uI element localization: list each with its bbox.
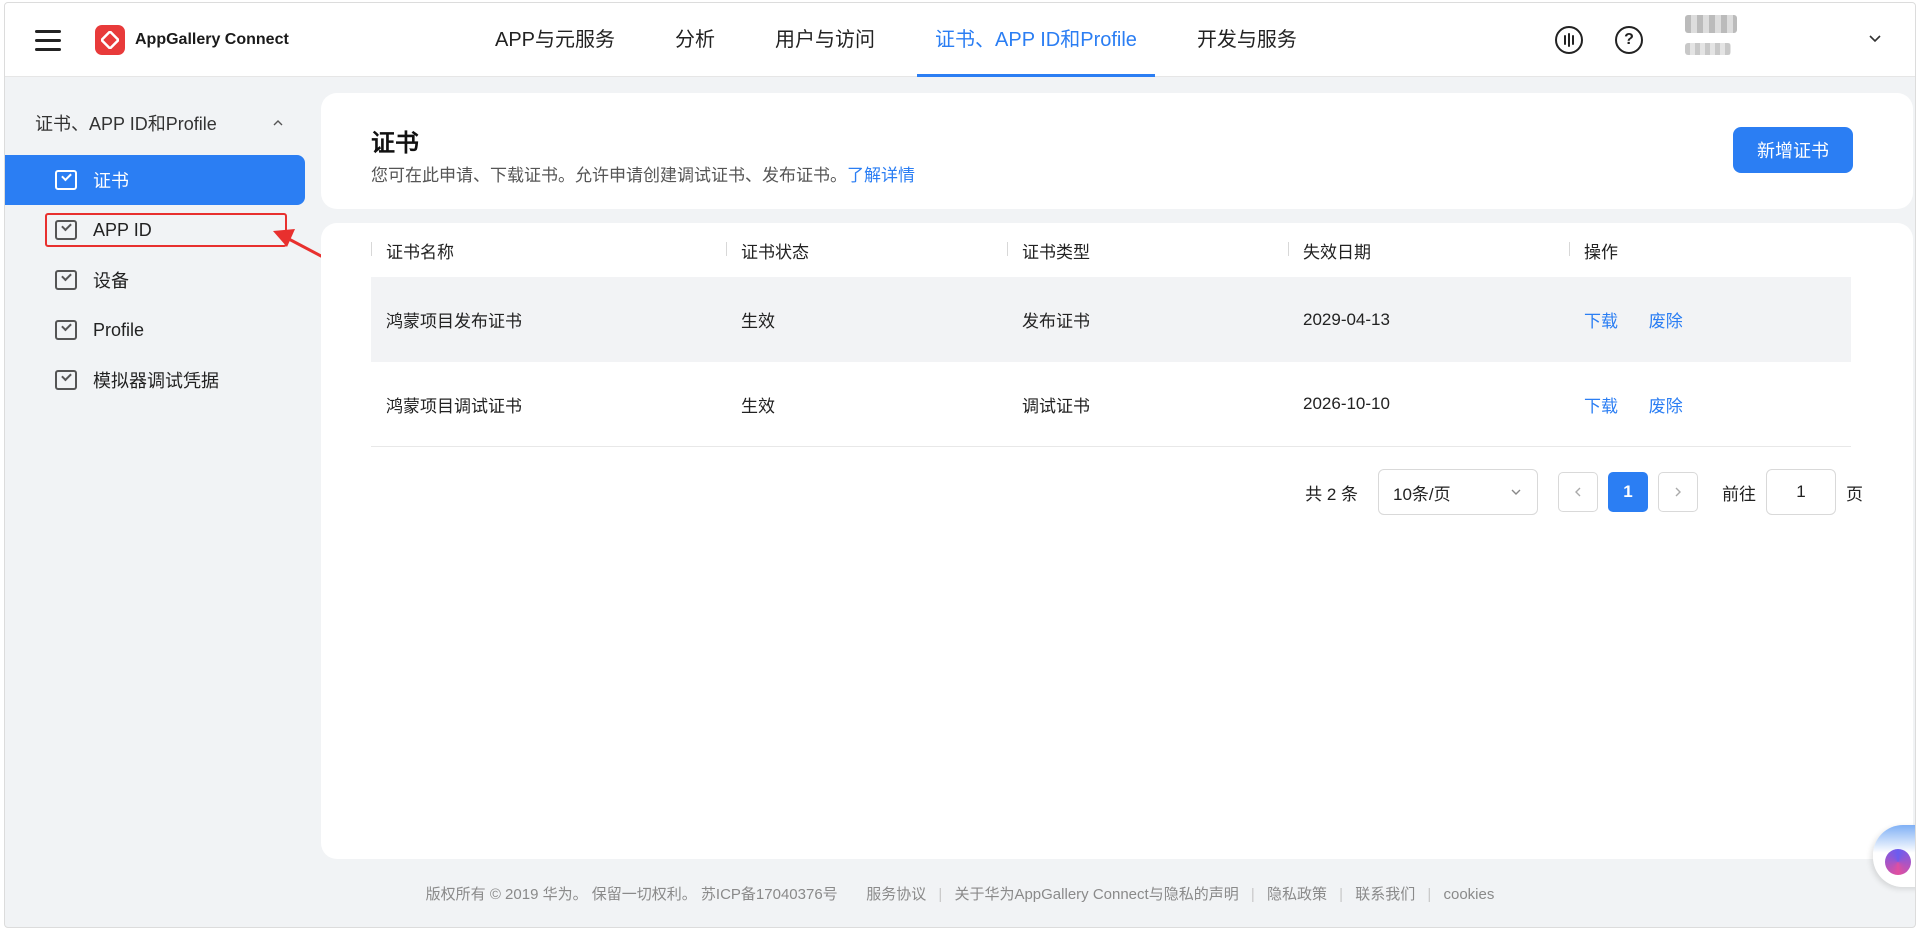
sidebar-item-emulator-credentials[interactable]: 模拟器调试凭据 bbox=[5, 355, 305, 405]
help-icon[interactable]: ? bbox=[1615, 26, 1643, 54]
add-certificate-button[interactable]: 新增证书 bbox=[1733, 127, 1853, 173]
certificate-icon bbox=[55, 170, 77, 190]
table-header: 证书名称 证书状态 证书类型 失效日期 操作 bbox=[371, 223, 1851, 277]
page-header-card: 证书 您可在此申请、下载证书。允许申请创建调试证书、发布证书。了解详情 新增证书 bbox=[321, 93, 1913, 209]
sidebar-item-label: 设备 bbox=[93, 271, 129, 291]
sidebar-item-devices[interactable]: 设备 bbox=[5, 255, 305, 305]
footer-link-cookies[interactable]: cookies bbox=[1443, 886, 1494, 903]
table-row: 鸿蒙项目调试证书 生效 调试证书 2026-10-10 下载 废除 bbox=[371, 362, 1851, 447]
table-row: 鸿蒙项目发布证书 生效 发布证书 2029-04-13 下载 废除 bbox=[371, 277, 1851, 362]
brand-name: AppGallery Connect bbox=[135, 31, 289, 48]
assistant-widget[interactable] bbox=[1873, 825, 1915, 887]
top-header: AppGallery Connect APP与元服务 分析 用户与访问 证书、A… bbox=[5, 3, 1915, 77]
cell-status: 生效 bbox=[741, 312, 775, 331]
footer: 版权所有 © 2019 华为。 保留一切权利。 苏ICP备17040376号 服… bbox=[425, 886, 1495, 903]
revoke-link[interactable]: 废除 bbox=[1649, 397, 1683, 416]
column-header-status: 证书状态 bbox=[726, 238, 1007, 263]
hamburger-menu-icon[interactable] bbox=[35, 30, 63, 52]
page-size-select[interactable]: 10条/页 bbox=[1378, 469, 1538, 515]
chevron-up-icon bbox=[273, 120, 283, 126]
profile-icon bbox=[55, 320, 77, 340]
device-icon bbox=[55, 270, 77, 290]
footer-link-contact-us[interactable]: 联系我们 bbox=[1355, 886, 1415, 903]
cell-actions: 下载 废除 bbox=[1569, 307, 1851, 332]
cell-actions: 下载 废除 bbox=[1569, 392, 1851, 417]
chevron-down-icon[interactable] bbox=[1867, 31, 1883, 47]
cell-expiry: 2026-10-10 bbox=[1303, 394, 1390, 413]
cell-status: 生效 bbox=[741, 396, 775, 416]
column-header-expiry: 失效日期 bbox=[1288, 238, 1569, 263]
certificates-table: 证书名称 证书状态 证书类型 失效日期 操作 鸿蒙项目发布证书 生效 发布证书 … bbox=[371, 223, 1851, 447]
copyright-text: 版权所有 © 2019 华为。 保留一切权利。 苏ICP备17040376号 bbox=[425, 886, 838, 903]
next-page-button[interactable] bbox=[1658, 472, 1698, 512]
tab-app-services[interactable]: APP与元服务 bbox=[465, 3, 645, 77]
page-unit-label: 页 bbox=[1846, 484, 1863, 504]
column-header-actions: 操作 bbox=[1569, 238, 1851, 263]
footer-link-privacy-policy[interactable]: 隐私政策 bbox=[1267, 886, 1327, 903]
highlight-box bbox=[45, 213, 287, 247]
cell-name: 鸿蒙项目发布证书 bbox=[386, 312, 522, 331]
cell-name: 鸿蒙项目调试证书 bbox=[386, 396, 522, 416]
tab-users-access[interactable]: 用户与访问 bbox=[745, 3, 905, 77]
sidebar-group-header[interactable]: 证书、APP ID和Profile bbox=[35, 111, 285, 135]
chevron-left-icon bbox=[1575, 487, 1581, 497]
sidebar-item-certificates[interactable]: 证书 bbox=[5, 155, 305, 205]
appgallery-logo-icon bbox=[95, 25, 125, 55]
feedback-icon[interactable] bbox=[1555, 26, 1583, 54]
revoke-link[interactable]: 废除 bbox=[1649, 312, 1683, 331]
brand-logo[interactable]: AppGallery Connect bbox=[95, 25, 289, 55]
download-link[interactable]: 下载 bbox=[1584, 397, 1618, 416]
total-count: 共 2 条 bbox=[1305, 484, 1358, 504]
tab-analytics[interactable]: 分析 bbox=[645, 3, 745, 77]
sidebar-item-profile[interactable]: Profile bbox=[5, 305, 305, 355]
column-header-name: 证书名称 bbox=[371, 238, 726, 263]
avatar[interactable] bbox=[1685, 15, 1745, 67]
page-title: 证书 bbox=[371, 130, 419, 157]
sidebar: 证书、APP ID和Profile 证书 APP ID 设备 Profile 模… bbox=[5, 77, 313, 927]
cell-type: 发布证书 bbox=[1022, 312, 1090, 331]
emulator-icon bbox=[55, 370, 77, 390]
app-window: AppGallery Connect APP与元服务 分析 用户与访问 证书、A… bbox=[4, 2, 1916, 928]
page-size-value: 10条/页 bbox=[1393, 484, 1451, 504]
chevron-right-icon bbox=[1675, 487, 1681, 497]
page-description: 您可在此申请、下载证书。允许申请创建调试证书、发布证书。了解详情 bbox=[371, 161, 915, 186]
sidebar-group-label: 证书、APP ID和Profile bbox=[35, 114, 217, 134]
download-link[interactable]: 下载 bbox=[1584, 312, 1618, 331]
tab-certificates-appid-profile[interactable]: 证书、APP ID和Profile bbox=[905, 3, 1167, 77]
column-header-type: 证书类型 bbox=[1007, 238, 1288, 263]
sidebar-item-label: Profile bbox=[93, 319, 145, 340]
chevron-down-icon bbox=[1511, 489, 1521, 495]
certificates-table-card: 证书名称 证书状态 证书类型 失效日期 操作 鸿蒙项目发布证书 生效 发布证书 … bbox=[321, 223, 1913, 859]
goto-label: 前往 bbox=[1722, 484, 1756, 504]
learn-more-link[interactable]: 了解详情 bbox=[847, 166, 915, 185]
page-number-button[interactable]: 1 bbox=[1608, 472, 1648, 512]
prev-page-button[interactable] bbox=[1558, 472, 1598, 512]
cell-type: 调试证书 bbox=[1022, 396, 1090, 416]
footer-link-privacy-statement[interactable]: 关于华为AppGallery Connect与隐私的声明 bbox=[954, 886, 1238, 903]
tab-dev-services[interactable]: 开发与服务 bbox=[1167, 3, 1327, 77]
sidebar-item-label: 证书 bbox=[93, 171, 129, 191]
top-navigation: APP与元服务 分析 用户与访问 证书、APP ID和Profile 开发与服务 bbox=[465, 3, 1327, 77]
cell-expiry: 2029-04-13 bbox=[1303, 309, 1390, 329]
footer-link-service-agreement[interactable]: 服务协议 bbox=[866, 886, 926, 903]
pagination: 共 2 条 10条/页 1 前往 页 bbox=[1305, 469, 1863, 515]
assistant-icon bbox=[1885, 849, 1911, 875]
sidebar-item-label: 模拟器调试凭据 bbox=[93, 371, 219, 391]
description-text: 您可在此申请、下载证书。允许申请创建调试证书、发布证书。 bbox=[371, 166, 847, 185]
goto-page-input[interactable] bbox=[1766, 469, 1836, 515]
